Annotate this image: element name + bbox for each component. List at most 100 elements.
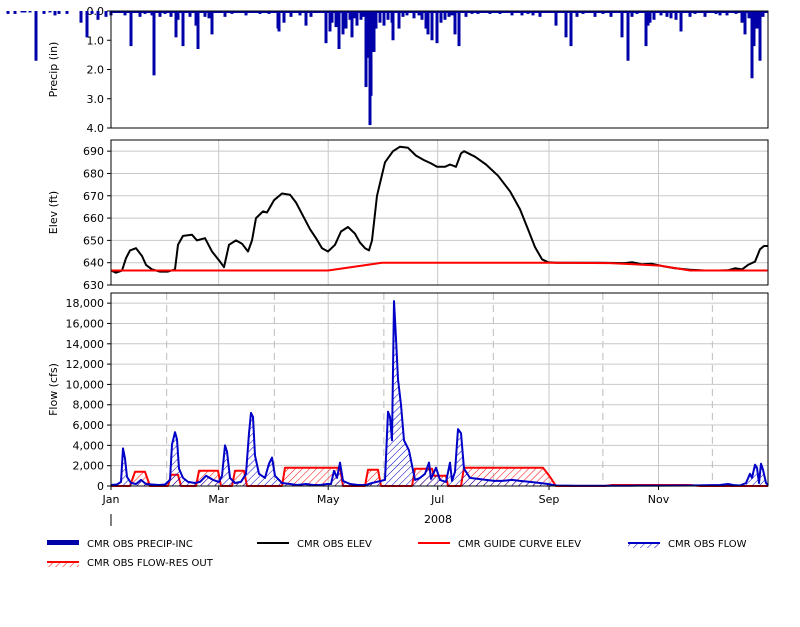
precip-bar-75	[417, 11, 421, 16]
precip-ytick-label-2: 2.0	[87, 64, 105, 77]
precip-bar-130	[755, 11, 759, 29]
precip-bar-100	[575, 11, 579, 17]
elev-ytick-label-5: 680	[83, 167, 104, 180]
precip-bar-1	[13, 11, 17, 14]
precip-bar-65	[374, 11, 378, 29]
precip-bar-129	[752, 11, 756, 47]
precip-bar-33	[207, 11, 211, 19]
legend-label-0: CMR OBS PRECIP-INC	[87, 539, 193, 550]
legend-item-3: CMR OBS FLOW	[628, 539, 747, 550]
elev-y-axis-title: Elev (ft)	[47, 191, 60, 234]
precip-bar-44	[298, 11, 302, 16]
precip-bar-28	[181, 11, 185, 47]
precip-bar-6	[42, 11, 46, 14]
precip-bar-116	[674, 11, 678, 20]
x-tick-label-4: Sep	[539, 493, 560, 506]
precip-bar-113	[659, 11, 663, 16]
precip-bar-107	[630, 11, 634, 17]
elev-ytick-label-0: 630	[83, 279, 104, 292]
precip-bar-68	[386, 11, 390, 20]
x-tick-label-1: Mar	[208, 493, 229, 506]
precip-bar-15	[104, 11, 108, 17]
precip-bar-125	[740, 11, 744, 23]
precip-bar-8	[53, 11, 57, 16]
precip-bar-9	[57, 11, 61, 14]
elev-ytick-label-2: 650	[83, 234, 104, 247]
legend: CMR OBS PRECIP-INC CMR OBS ELEV CMR GUIDE …	[47, 539, 747, 569]
precip-bar-67	[382, 11, 386, 26]
flow-ytick-label-5: 10,000	[66, 378, 105, 391]
flow-ytick-label-7: 14,000	[66, 338, 105, 351]
precip-bar-120	[703, 11, 707, 17]
precip-plot-area	[111, 11, 768, 128]
precip-bar-82	[443, 11, 447, 20]
hydrograph-chart: 0.01.02.03.04.0Precip (in) 6306406506606…	[6, 5, 769, 569]
precip-bar-46	[309, 11, 313, 17]
precip-bar-83	[447, 11, 451, 17]
precip-bar-53	[344, 11, 348, 29]
precip-bar-45	[304, 11, 308, 26]
precip-bar-73	[405, 11, 409, 16]
precip-bar-95	[531, 11, 535, 16]
legend-item-2: CMR GUIDE CURVE ELEV	[418, 539, 581, 550]
precip-bar-47	[324, 11, 328, 44]
precip-bar-34	[210, 11, 214, 35]
precip-bar-49	[330, 11, 334, 23]
precip-panel: 0.0 1.0 2.0 3.0 4.0 Precip (in)	[6, 5, 769, 135]
precip-bar-66	[378, 11, 382, 23]
precip-bar-118	[688, 11, 692, 17]
precip-bar-3	[23, 11, 27, 13]
precip-bar-0	[6, 11, 10, 14]
precip-bar-114	[665, 11, 669, 17]
precip-bar-35	[223, 11, 227, 17]
precip-bar-93	[520, 11, 524, 16]
x-tick-label-2: May	[317, 493, 340, 506]
precip-bar-42	[282, 11, 286, 23]
legend-item-0: CMR OBS PRECIP-INC	[47, 539, 193, 550]
precip-bar-84	[450, 11, 454, 16]
precip-bar-14	[96, 11, 100, 20]
precip-bar-2	[20, 11, 24, 13]
precip-bar-51	[337, 11, 341, 50]
precip-bar-81	[439, 11, 443, 23]
precip-bar-32	[203, 11, 207, 17]
precip-bar-43	[289, 11, 293, 17]
precip-bar-97	[554, 11, 558, 26]
precip-bar-55	[350, 11, 354, 38]
precip-y-axis-title: Precip (in)	[47, 42, 60, 98]
precip-bar-27	[176, 11, 180, 20]
precip-bar-102	[593, 11, 597, 17]
precip-bar-12	[85, 11, 89, 38]
precip-bar-63	[369, 11, 373, 96]
precip-bar-117	[679, 11, 683, 32]
precip-ytick-label-4: 4.0	[87, 122, 105, 135]
precip-bar-78	[426, 11, 430, 35]
flow-ytick-label-3: 6,000	[73, 419, 105, 432]
flow-plot-area	[111, 293, 768, 486]
flow-ytick-label-2: 4,000	[73, 439, 105, 452]
flow-ytick-label-1: 2,000	[73, 460, 105, 473]
precip-bar-13	[90, 11, 94, 14]
precip-bar-92	[510, 11, 514, 16]
legend-label-1: CMR OBS ELEV	[297, 539, 372, 550]
elev-ytick-label-6: 690	[83, 145, 104, 158]
legend-label-4: CMR OBS FLOW-RES OUT	[87, 558, 214, 569]
precip-bar-41	[277, 11, 281, 32]
precip-bar-29	[188, 11, 192, 17]
precip-bar-111	[648, 11, 652, 23]
elev-ytick-label-3: 660	[83, 212, 104, 225]
precip-ytick-label-1: 1.0	[87, 34, 105, 47]
precip-bar-104	[609, 11, 613, 17]
precip-bar-25	[169, 11, 173, 17]
precip-bar-50	[334, 11, 338, 28]
x-tick-label-3: Jul	[430, 493, 444, 506]
flow-ytick-label-8: 16,000	[66, 317, 105, 330]
legend-item-1: CMR OBS ELEV	[257, 539, 372, 550]
flow-panel: 0 2,000 4,000 6,000 8,000 10,000 12,000 14,000 1…	[47, 292, 769, 493]
x-axis-year-label: 2008	[424, 513, 452, 526]
precip-ytick-label-3: 3.0	[87, 93, 105, 106]
flow-y-axis-title: Flow (cfs)	[47, 363, 60, 416]
legend-label-2: CMR GUIDE CURVE ELEV	[458, 539, 581, 550]
elev-ytick-label-4: 670	[83, 190, 104, 203]
precip-bar-85	[453, 11, 457, 35]
